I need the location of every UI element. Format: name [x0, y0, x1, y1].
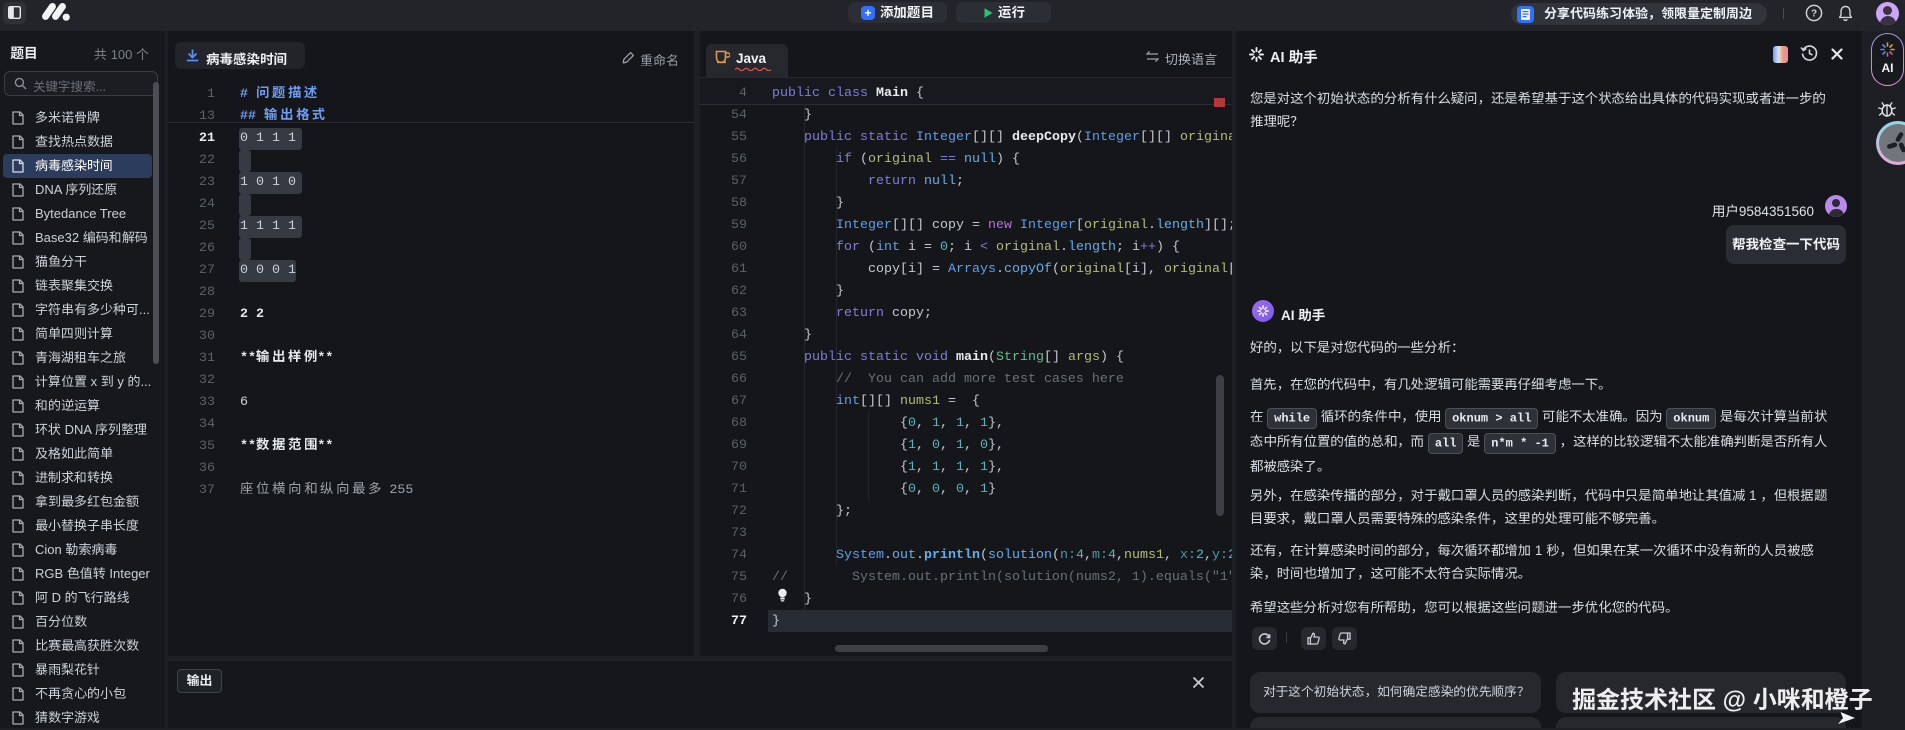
svg-text:?: ?	[1811, 9, 1817, 20]
